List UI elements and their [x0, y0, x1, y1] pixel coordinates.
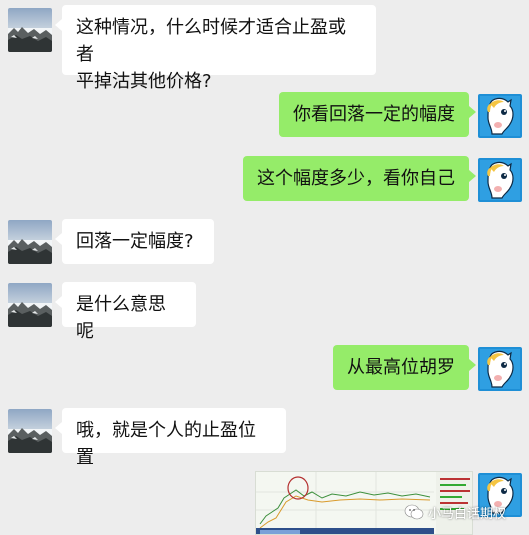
incoming-message-bubble[interactable]: 哦，就是个人的止盈位置 [55, 408, 286, 468]
horse-avatar-image [478, 158, 522, 202]
horse-avatar-image [478, 94, 522, 138]
self-avatar[interactable] [478, 158, 522, 202]
self-avatar[interactable] [478, 347, 522, 391]
outgoing-message-bubble[interactable]: 你看回落一定的幅度 [279, 92, 476, 137]
mountain-avatar-image [8, 283, 52, 327]
watermark: 小马白话期权 [404, 502, 506, 522]
watermark-text: 小马白话期权 [428, 506, 507, 522]
self-avatar[interactable] [478, 94, 522, 138]
mountain-avatar-image [8, 8, 52, 52]
mountain-avatar-image [8, 409, 52, 453]
contact-avatar[interactable] [8, 220, 52, 264]
contact-avatar[interactable] [8, 283, 52, 327]
outgoing-message-bubble[interactable]: 这个幅度多少，看你自己 [243, 156, 476, 201]
horse-avatar-image [478, 347, 522, 391]
contact-avatar[interactable] [8, 409, 52, 453]
incoming-message-bubble[interactable]: 回落一定幅度? [55, 219, 214, 264]
mountain-avatar-image [8, 220, 52, 264]
incoming-message-bubble[interactable]: 是什么意思呢 [55, 282, 196, 342]
wechat-icon [404, 504, 424, 520]
outgoing-message-bubble[interactable]: 从最高位胡罗 [333, 345, 476, 390]
contact-avatar[interactable] [8, 8, 52, 52]
incoming-message-bubble[interactable]: 这种情况，什么时候才适合止盈或者 平掉沽其他价格? [55, 5, 376, 92]
